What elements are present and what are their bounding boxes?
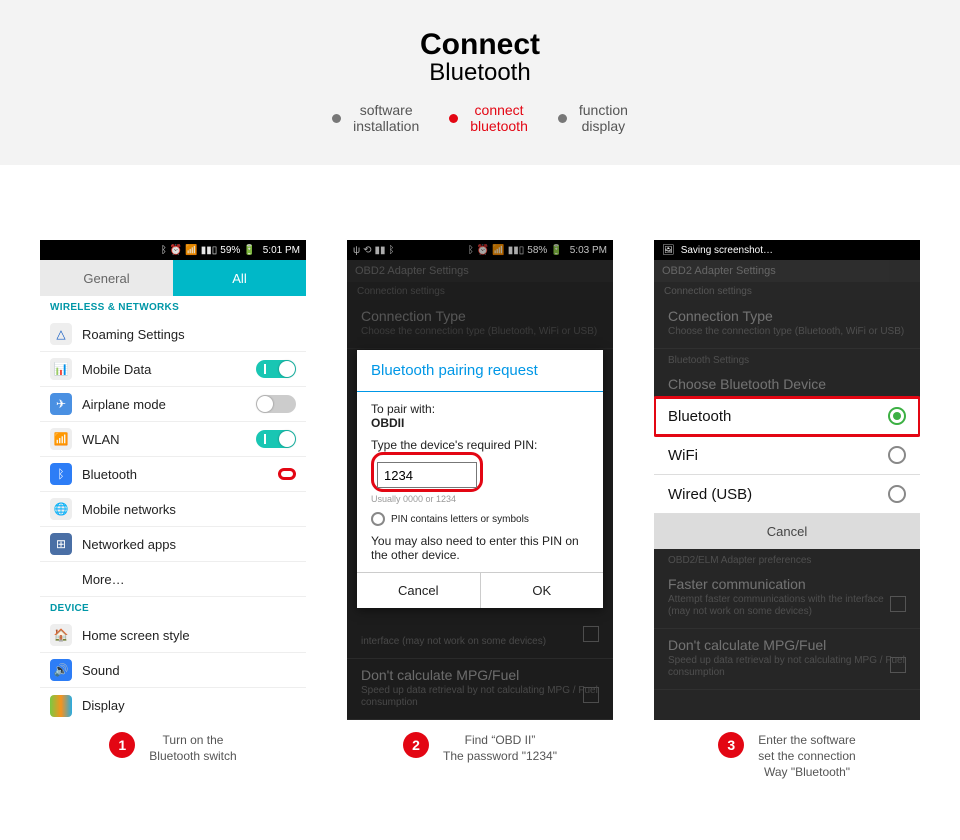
sound-icon: 🔊	[50, 659, 72, 681]
mobile-data-icon: 📊	[50, 358, 72, 380]
crumb-dot	[332, 114, 341, 123]
networked-apps-icon: ⊞	[50, 533, 72, 555]
status-bar: ᛒ ⏰ 📶 ▮▮▯ 59% 🔋 5:01 PM	[40, 240, 306, 260]
pin-label: Type the device's required PIN:	[371, 438, 589, 452]
display-icon	[50, 695, 72, 717]
dialog-cancel-button[interactable]: Cancel	[357, 573, 480, 608]
banner-title-2: Bluetooth	[0, 59, 960, 87]
step-number-1: 1	[109, 732, 135, 758]
captions-row: 1 Turn on theBluetooth switch 2 Find “OB…	[0, 720, 960, 781]
tab-all[interactable]: All	[173, 260, 306, 296]
crumb-dot	[558, 114, 567, 123]
faster-communication-item[interactable]: interface (may not work on some devices)	[347, 626, 613, 659]
crumb-dot	[449, 114, 458, 123]
pairing-dialog: Bluetooth pairing request To pair with: …	[357, 350, 603, 608]
phone-2: ψ ⟲ ▮▮ ᛒ ᛒ ⏰ 📶 ▮▮▯ 58% 🔋 5:03 PM OBD2 Ad…	[347, 240, 613, 720]
crumb-software-installation: softwareinstallation	[332, 102, 419, 134]
step-number-2: 2	[403, 732, 429, 758]
row-mobile-data[interactable]: 📊 Mobile Data	[40, 352, 306, 387]
battery-pct: 59%	[220, 245, 240, 256]
row-bluetooth[interactable]: ᛒ Bluetooth	[40, 457, 306, 492]
pin-highlight	[371, 452, 483, 492]
choose-cancel-button[interactable]: Cancel	[654, 514, 920, 549]
radio-icon	[888, 485, 906, 503]
home-icon: 🏠	[50, 624, 72, 646]
choose-device-item[interactable]: Choose Bluetooth Device	[654, 368, 920, 397]
row-more[interactable]: More…	[40, 562, 306, 597]
tab-general[interactable]: General	[40, 260, 173, 296]
choose-usb[interactable]: Wired (USB)	[654, 475, 920, 514]
caption-1: 1 Turn on theBluetooth switch	[40, 732, 306, 781]
banner-title-1: Connect	[0, 28, 960, 62]
wlan-icon: 📶	[50, 428, 72, 450]
battery-icon: 🔋	[243, 245, 255, 256]
row-sound[interactable]: 🔊 Sound	[40, 653, 306, 688]
pin-hint: Usually 0000 or 1234	[371, 494, 589, 504]
pin-note: You may also need to enter this PIN on t…	[371, 534, 589, 562]
bluetooth-row-icon: ᛒ	[50, 463, 72, 485]
caption-2: 2 Find “OBD II”The password "1234"	[347, 732, 613, 781]
checkbox-icon[interactable]	[890, 596, 906, 612]
connection-type-dialog: Bluetooth WiFi Wired (USB) Cancel	[654, 397, 920, 549]
top-banner: Connect Bluetooth softwareinstallation c…	[0, 0, 960, 165]
row-wlan[interactable]: 📶 WLAN	[40, 422, 306, 457]
pair-with-label: To pair with:	[371, 402, 589, 416]
status-bar: 🖼 Saving screenshot…	[654, 240, 920, 260]
bluetooth-switch-highlight	[278, 468, 296, 480]
status-time: 5:01 PM	[263, 245, 300, 256]
phone-3: 🖼 Saving screenshot… OBD2 Adapter Settin…	[654, 240, 920, 720]
mobile-data-switch[interactable]	[256, 360, 296, 378]
airplane-icon: ✈	[50, 393, 72, 415]
choose-bluetooth[interactable]: Bluetooth	[654, 397, 920, 436]
phones-row: ᛒ ⏰ 📶 ▮▮▯ 59% 🔋 5:01 PM General All WIRE…	[0, 165, 960, 720]
row-roaming[interactable]: △ Roaming Settings	[40, 317, 306, 352]
row-home-style[interactable]: 🏠 Home screen style	[40, 618, 306, 653]
mobile-networks-icon: 🌐	[50, 498, 72, 520]
radio-selected-icon	[888, 407, 906, 425]
mpg-item[interactable]: Don't calculate MPG/Fuel Speed up data r…	[347, 659, 613, 720]
settings-tabs: General All	[40, 260, 306, 296]
mpg-item[interactable]: Don't calculate MPG/Fuel Speed up data r…	[654, 629, 920, 690]
checkbox-icon	[371, 512, 385, 526]
connection-type-item[interactable]: Connection Type Choose the connection ty…	[654, 300, 920, 349]
choose-wifi[interactable]: WiFi	[654, 436, 920, 475]
alarm-icon: ⏰	[170, 245, 182, 256]
radio-icon	[888, 446, 906, 464]
section-device: DEVICE	[40, 597, 306, 618]
faster-communication-item[interactable]: Faster communication Attempt faster comm…	[654, 568, 920, 629]
row-mobile-networks[interactable]: 🌐 Mobile networks	[40, 492, 306, 527]
row-airplane[interactable]: ✈ Airplane mode	[40, 387, 306, 422]
wifi-icon: 📶	[185, 245, 197, 256]
roaming-icon: △	[50, 323, 72, 345]
row-display[interactable]: Display	[40, 688, 306, 720]
section-wireless: WIRELESS & NETWORKS	[40, 296, 306, 317]
image-icon: 🖼	[662, 245, 675, 256]
wlan-switch[interactable]	[256, 430, 296, 448]
crumb-connect-bluetooth: connectbluetooth	[449, 102, 528, 134]
step-number-3: 3	[718, 732, 744, 758]
status-saving: Saving screenshot…	[681, 245, 773, 256]
pair-device-name: OBDII	[371, 416, 589, 430]
obd-prefs-header: OBD2/ELM Adapter preferences	[654, 549, 920, 568]
dialog-ok-button[interactable]: OK	[480, 573, 604, 608]
pin-input[interactable]	[377, 462, 477, 488]
bluetooth-settings-header: Bluetooth Settings	[654, 349, 920, 368]
airplane-switch[interactable]	[256, 395, 296, 413]
phone-1: ᛒ ⏰ 📶 ▮▮▯ 59% 🔋 5:01 PM General All WIRE…	[40, 240, 306, 720]
checkbox-icon[interactable]	[583, 626, 599, 642]
progress-crumbs: softwareinstallation connectbluetooth fu…	[0, 102, 960, 134]
dialog-title: Bluetooth pairing request	[357, 350, 603, 392]
row-networked-apps[interactable]: ⊞ Networked apps	[40, 527, 306, 562]
bluetooth-icon: ᛒ	[161, 245, 167, 256]
caption-3: 3 Enter the softwareset the connectionWa…	[654, 732, 920, 781]
pin-letters-checkbox[interactable]: PIN contains letters or symbols	[371, 512, 589, 526]
signal-icon: ▮▮▯	[201, 245, 218, 256]
crumb-function-display: functiondisplay	[558, 102, 628, 134]
app-title: OBD2 Adapter Settings	[654, 260, 920, 282]
connection-settings-header: Connection settings	[654, 282, 920, 300]
